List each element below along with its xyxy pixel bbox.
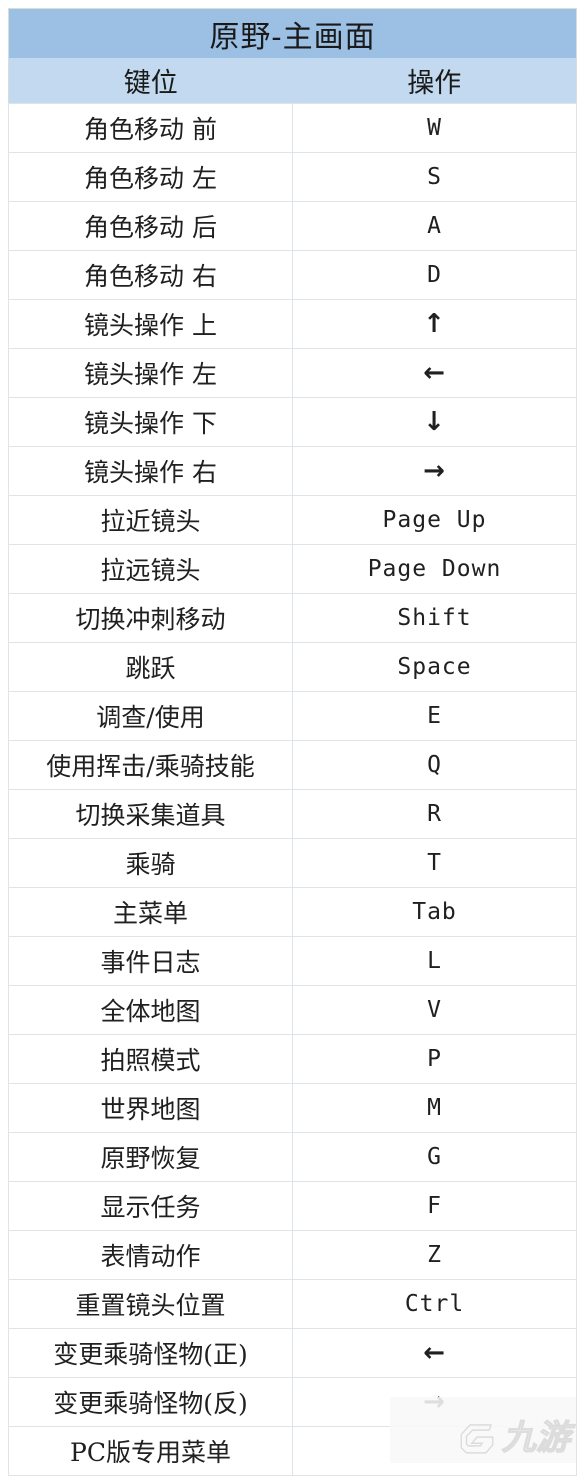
table-row: 重置镜头位置 Ctrl [8, 1279, 578, 1329]
key-cell-arrow-icon: ← [291, 1328, 578, 1378]
table-title-row: 原野-主画面 [8, 8, 577, 58]
action-cell: 镜头操作 上 [8, 299, 293, 349]
key-cell: Page Up [291, 495, 578, 545]
key-cell: D [291, 250, 578, 300]
table-row: 角色移动 前W [8, 103, 578, 153]
action-cell: 镜头操作 下 [8, 397, 293, 447]
column-header-key: 操作 [292, 58, 577, 104]
table-row: 切换采集道具 R [8, 789, 578, 839]
key-cell: A [291, 201, 578, 251]
key-cell: Space [291, 642, 578, 692]
action-cell: 角色移动 后 [8, 201, 293, 251]
key-cell-arrow-icon: → [291, 1377, 578, 1427]
table-row: 镜头操作 上 ↑ [8, 299, 578, 349]
action-cell: 调查/使用 [8, 691, 293, 741]
key-cell-arrow-icon: ← [291, 348, 578, 398]
table-row: 调查/使用 E [8, 691, 578, 741]
table-row: 世界地图 M [8, 1083, 578, 1133]
table-row: 角色移动 左S [8, 152, 578, 202]
table-row: 镜头操作 左 ← [8, 348, 578, 398]
action-cell: 使用挥击/乘骑技能 [8, 740, 293, 790]
key-cell: V [291, 985, 578, 1035]
table-row: 变更乘骑怪物(正) ← [8, 1328, 578, 1378]
key-cell-arrow-icon: ↑ [291, 299, 578, 349]
action-cell: 世界地图 [8, 1083, 293, 1133]
table-row: 拉近镜头 Page Up [8, 495, 578, 545]
key-cell-arrow-icon: ↓ [291, 397, 578, 447]
key-cell: R [291, 789, 578, 839]
action-cell: 原野恢复 [8, 1132, 293, 1182]
action-cell: 切换采集道具 [8, 789, 293, 839]
action-cell: 拉近镜头 [8, 495, 293, 545]
action-cell: 表情动作 [8, 1230, 293, 1280]
table-row: 事件日志 L [8, 936, 578, 986]
table-header-row: 键位 操作 [8, 58, 577, 104]
action-cell: 跳跃 [8, 642, 293, 692]
action-cell: 乘骑 [8, 838, 293, 888]
table-row: 表情动作 Z [8, 1230, 578, 1280]
table-row: 角色移动 后A [8, 201, 578, 251]
action-cell: 镜头操作 左 [8, 348, 293, 398]
table-row: 镜头操作 右 → [8, 446, 578, 496]
table-row: 乘骑 T [8, 838, 578, 888]
table-row: 角色移动 右D [8, 250, 578, 300]
action-cell: 角色移动 右 [8, 250, 293, 300]
table-row: 跳跃 Space [8, 642, 578, 692]
key-cell: Q [291, 740, 578, 790]
action-cell: 主菜单 [8, 887, 293, 937]
key-cell: Ctrl [291, 1279, 578, 1329]
table-row: 镜头操作 下 ↓ [8, 397, 578, 447]
table-row: 变更乘骑怪物(反) → [8, 1377, 578, 1427]
action-cell: 变更乘骑怪物(正) [8, 1328, 293, 1378]
key-cell: P [291, 1034, 578, 1084]
table-row: 原野恢复 G [8, 1132, 578, 1182]
action-cell: 角色移动 左 [8, 152, 293, 202]
keybind-table: 原野-主画面 键位 操作 角色移动 前 W 角色移动 左 S 角色移动 后 A 角色移动 右… [8, 8, 578, 1476]
key-cell: Page Down [291, 544, 578, 594]
action-cell: 变更乘骑怪物(反) [8, 1377, 293, 1427]
table-row: 显示任务 F [8, 1181, 578, 1231]
column-header-action: 键位 [8, 58, 293, 104]
key-cell: T [291, 838, 578, 888]
table-row: 使用挥击/乘骑技能 Q [8, 740, 578, 790]
table-row: PC版专用菜单 [8, 1426, 578, 1476]
key-cell [291, 1426, 578, 1476]
action-cell: 切换冲刺移动 [8, 593, 293, 643]
keybind-sheet: 原野-主画面 键位 操作 角色移动 前 W 角色移动 左 S 角色移动 后 A 角色移动 右… [8, 8, 578, 1476]
key-cell: M [291, 1083, 578, 1133]
table-row: 主菜单 Tab [8, 887, 578, 937]
action-cell: 全体地图 [8, 985, 293, 1035]
table-row: 拍照模式 P [8, 1034, 578, 1084]
table-row: 切换冲刺移动 Shift [8, 593, 578, 643]
key-cell: L [291, 936, 578, 986]
action-cell: 拉远镜头 [8, 544, 293, 594]
key-cell: G [291, 1132, 578, 1182]
key-cell: Tab [291, 887, 578, 937]
key-cell: Shift [291, 593, 578, 643]
page-title: 原野-主画面 [8, 8, 577, 58]
action-cell: 拍照模式 [8, 1034, 293, 1084]
key-cell: S [291, 152, 578, 202]
table-row: 全体地图 V [8, 985, 578, 1035]
table-row: 拉远镜头 Page Down [8, 544, 578, 594]
action-cell: 镜头操作 右 [8, 446, 293, 496]
action-cell: 显示任务 [8, 1181, 293, 1231]
action-cell: 事件日志 [8, 936, 293, 986]
key-cell: Z [291, 1230, 578, 1280]
action-cell: 重置镜头位置 [8, 1279, 293, 1329]
key-cell: E [291, 691, 578, 741]
action-cell: 角色移动 前 [8, 103, 293, 153]
key-cell: W [291, 103, 578, 153]
key-cell: F [291, 1181, 578, 1231]
action-cell: PC版专用菜单 [8, 1426, 293, 1476]
key-cell-arrow-icon: → [291, 446, 578, 496]
